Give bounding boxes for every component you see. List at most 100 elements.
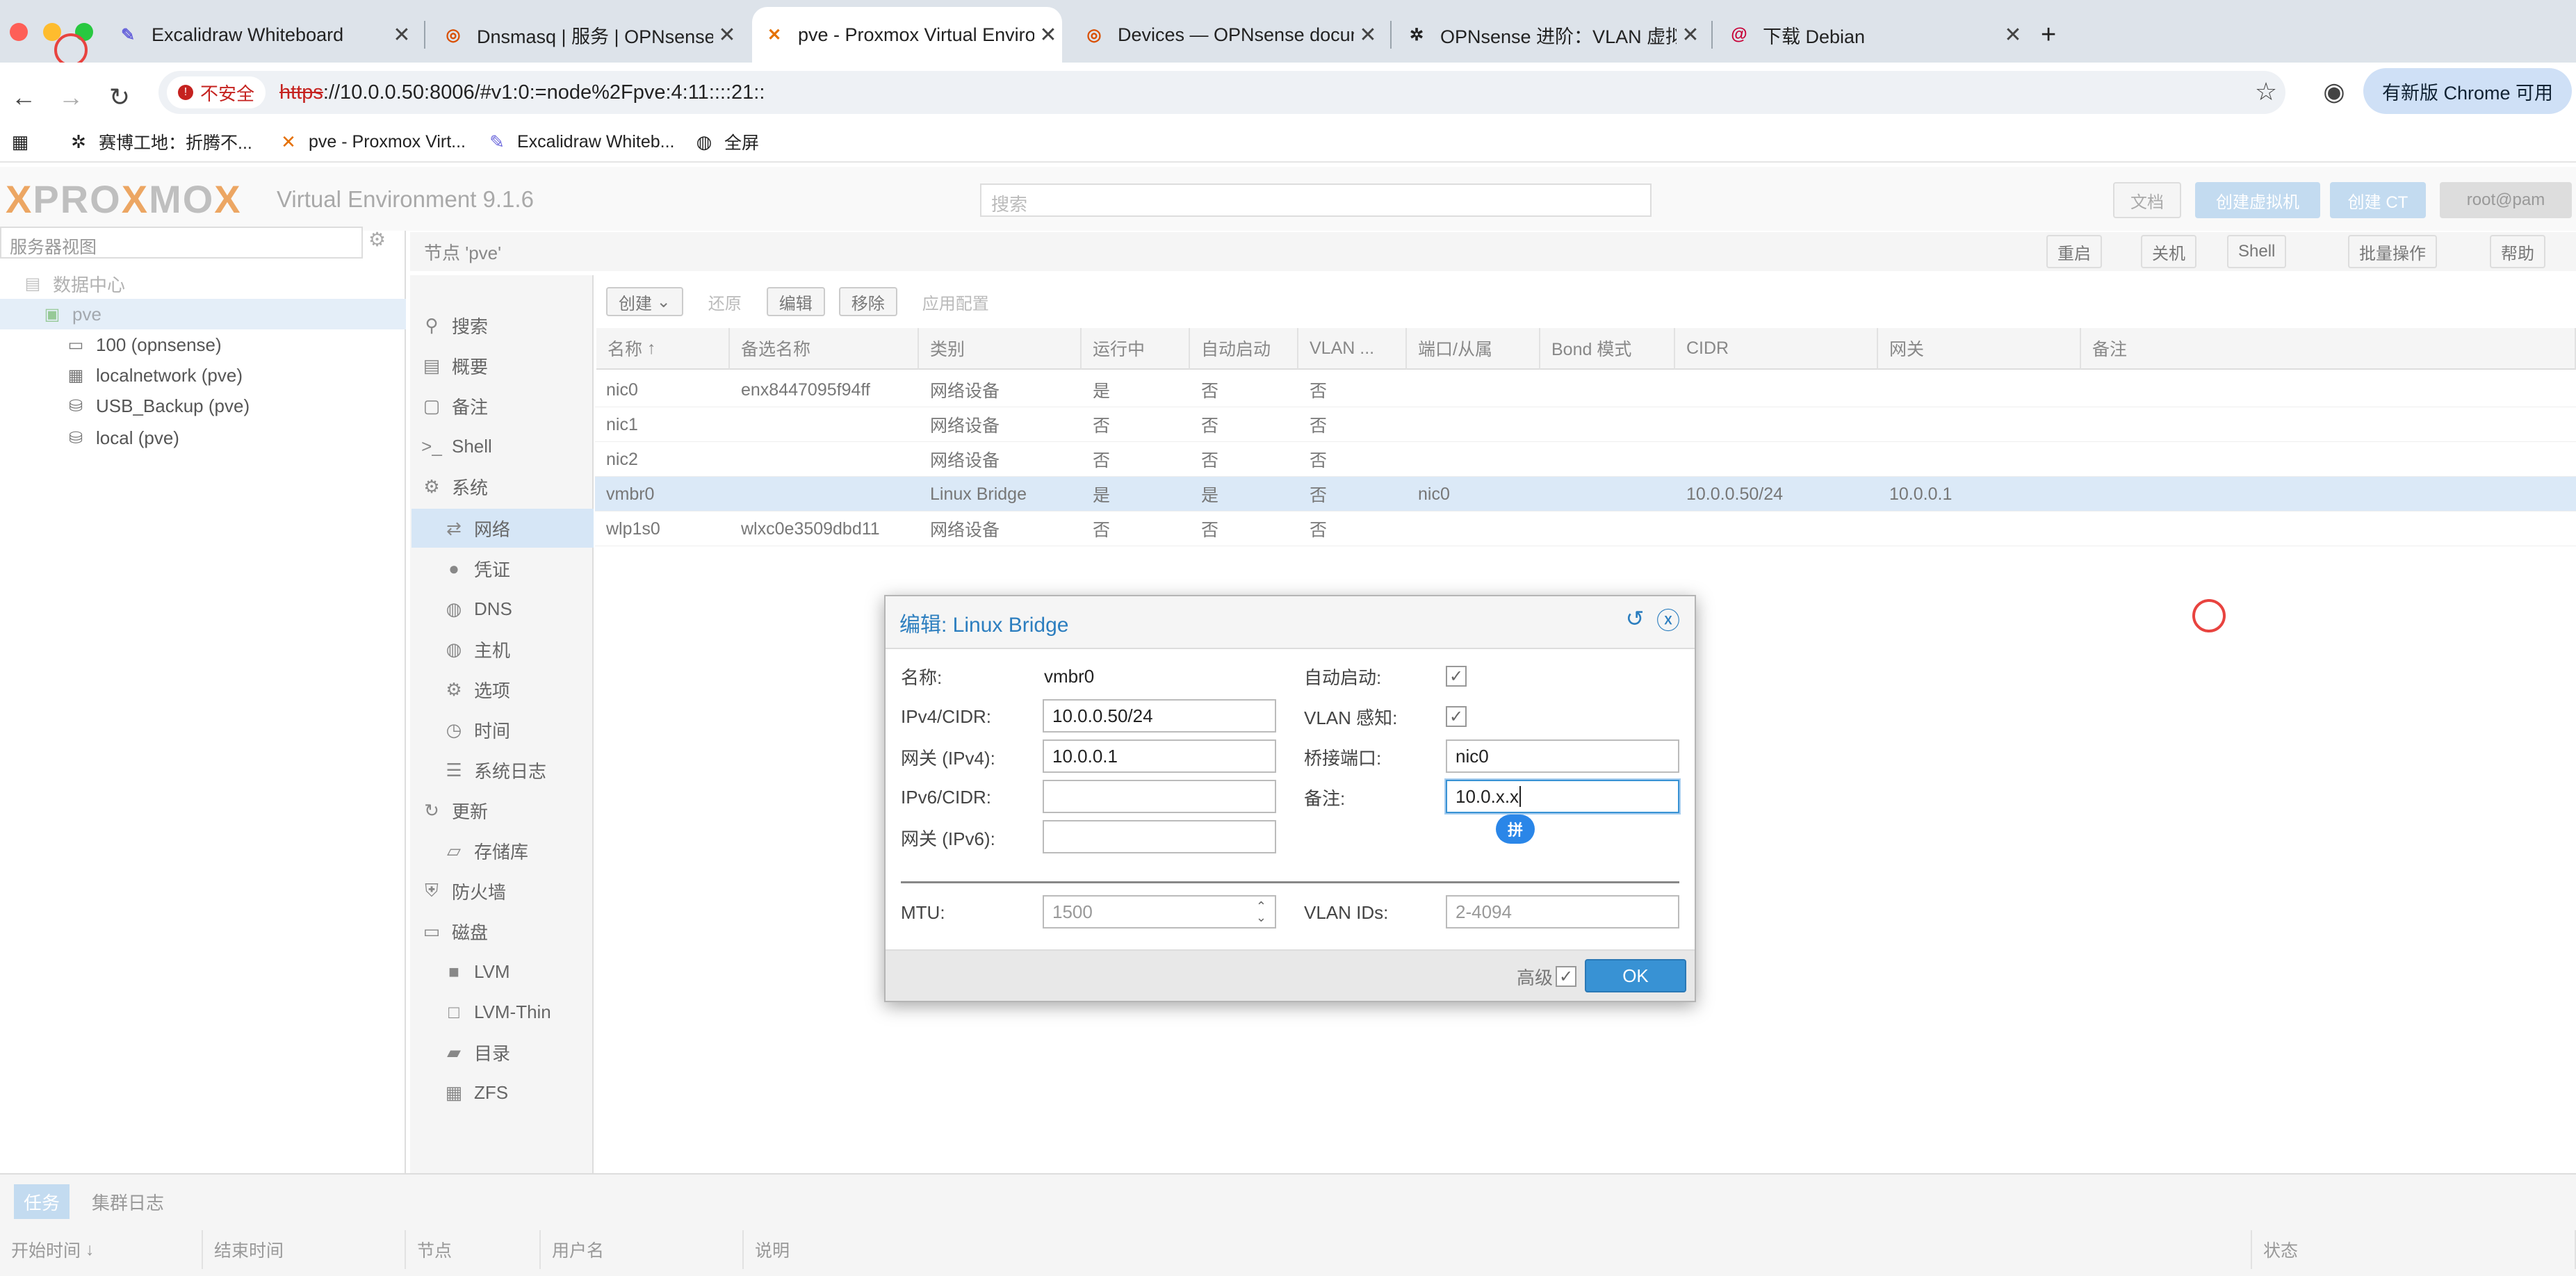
- col-node[interactable]: 节点: [406, 1230, 541, 1269]
- close-tab-icon[interactable]: ✕: [1034, 23, 1062, 47]
- disk-icon: ▭: [423, 920, 441, 942]
- bookmark-item[interactable]: ◍ 全屏: [694, 124, 759, 160]
- chrome-update-button[interactable]: 有新版 Chrome 可用: [2363, 68, 2572, 114]
- bookmark-star-icon[interactable]: ☆: [2245, 71, 2287, 113]
- table-row[interactable]: wlp1s0 wlxc0e3509dbd11 网络设备否否否: [595, 512, 2576, 546]
- col-cidr[interactable]: CIDR: [1675, 328, 1878, 370]
- tree-item-pve[interactable]: ▣ pve: [40, 299, 101, 329]
- profile-icon[interactable]: ◉: [2313, 71, 2355, 113]
- col-comment[interactable]: 备注: [2081, 328, 2576, 370]
- reset-icon[interactable]: ↺: [1622, 606, 1647, 631]
- menu-item-summary[interactable]: ▤ 概要: [420, 346, 603, 385]
- docs-button[interactable]: 文档: [2113, 182, 2181, 218]
- menu-item-firewall[interactable]: ⛨ 防火墙: [420, 872, 603, 910]
- close-tab-icon[interactable]: ✕: [713, 23, 741, 47]
- bookmark-item[interactable]: ✎ Excalidraw Whiteb...: [487, 124, 674, 160]
- gear-icon[interactable]: ⚙: [368, 228, 386, 251]
- browser-tab[interactable]: ✎ Excalidraw Whiteboard ✕: [117, 7, 416, 63]
- tree-item-datacenter[interactable]: ▤ 数据中心: [21, 268, 125, 299]
- create-button[interactable]: 创建 ⌄: [606, 287, 683, 316]
- omnibox[interactable]: ! 不安全 https://10.0.0.50:8006/#v1:0:=node…: [158, 71, 2285, 114]
- back-arrow-icon[interactable]: ←: [3, 76, 44, 118]
- gateway-ipv4-field[interactable]: 10.0.0.1: [1043, 739, 1276, 773]
- tree-item-storage[interactable]: ⛁ USB_Backup (pve): [64, 391, 250, 421]
- url-text[interactable]: https://10.0.0.50:8006/#v1:0:=node%2Fpve…: [279, 81, 765, 104]
- ok-button[interactable]: OK: [1585, 959, 1686, 992]
- browser-tab[interactable]: ✲ OPNsense 进阶：VLAN 虚拟局 ✕: [1405, 7, 1704, 63]
- browser-tab[interactable]: @ 下载 Debian ✕: [1728, 7, 2027, 63]
- close-window-button[interactable]: [10, 23, 28, 41]
- apply-config-button[interactable]: 应用配置: [911, 287, 1000, 316]
- table-row[interactable]: nic0 enx8447095f94ff 网络设备是否否: [595, 373, 2576, 407]
- browser-tab[interactable]: ◎ Dnsmasq | 服务 | OPNsense.ir ✕: [442, 7, 741, 63]
- menu-item-updates[interactable]: ↻ 更新: [420, 791, 603, 830]
- vlan-aware-checkbox[interactable]: ✓: [1446, 706, 1467, 727]
- revert-button[interactable]: 还原: [697, 287, 753, 316]
- col-bond[interactable]: Bond 模式: [1540, 328, 1675, 370]
- col-altname[interactable]: 备选名称: [730, 328, 919, 370]
- bulk-actions-button[interactable]: 批量操作: [2348, 235, 2437, 268]
- col-end-time[interactable]: 结束时间: [203, 1230, 406, 1269]
- col-user[interactable]: 用户名: [541, 1230, 744, 1269]
- reload-icon[interactable]: ↻: [99, 76, 140, 118]
- forward-arrow-icon[interactable]: →: [50, 76, 92, 118]
- autostart-checkbox[interactable]: ✓: [1446, 666, 1467, 687]
- close-tab-icon[interactable]: ✕: [1999, 23, 2027, 47]
- bookmark-item[interactable]: ✲ 赛博工地：折腾不...: [68, 124, 252, 160]
- tab-cluster-log[interactable]: 集群日志: [82, 1184, 174, 1219]
- menu-item-system[interactable]: ⚙ 系统: [420, 467, 603, 506]
- table-row[interactable]: nic1 网络设备否否否: [595, 407, 2576, 442]
- close-tab-icon[interactable]: ✕: [388, 23, 416, 47]
- shell-button[interactable]: Shell: [2227, 235, 2287, 268]
- tab-tasks[interactable]: 任务: [14, 1184, 70, 1219]
- col-type[interactable]: 类别: [919, 328, 1082, 370]
- col-start-time[interactable]: 开始时间 ↓: [0, 1230, 203, 1269]
- browser-tab[interactable]: ◎ Devices — OPNsense docume ✕: [1083, 7, 1382, 63]
- col-name[interactable]: 名称 ↑: [596, 328, 730, 370]
- bookmark-item[interactable]: ✕ pve - Proxmox Virt...: [278, 124, 466, 160]
- col-ports[interactable]: 端口/从属: [1407, 328, 1540, 370]
- gateway-ipv6-field[interactable]: [1043, 820, 1276, 853]
- col-autostart[interactable]: 自动启动: [1190, 328, 1298, 370]
- vlan-ids-field[interactable]: 2-4094: [1446, 895, 1679, 929]
- close-icon[interactable]: ⓧ: [1656, 606, 1681, 635]
- table-row[interactable]: nic2 网络设备否否否: [595, 442, 2576, 477]
- col-description[interactable]: 说明: [744, 1230, 2252, 1269]
- reboot-button[interactable]: 重启: [2046, 235, 2102, 268]
- insecure-badge[interactable]: ! 不安全: [167, 76, 266, 108]
- bridge-ports-field[interactable]: nic0: [1446, 739, 1679, 773]
- advanced-checkbox[interactable]: ✓: [1556, 966, 1576, 987]
- close-tab-icon[interactable]: ✕: [1677, 23, 1704, 47]
- comment-field[interactable]: 10.0.x.x: [1446, 780, 1679, 813]
- create-vm-button[interactable]: 创建虚拟机: [2195, 182, 2320, 218]
- opnsense-icon: ◎: [446, 25, 461, 44]
- close-tab-icon[interactable]: ✕: [1354, 23, 1382, 47]
- edit-button[interactable]: 编辑: [766, 287, 825, 316]
- pve-search-input[interactable]: 搜索: [980, 183, 1652, 217]
- tree-item-storage[interactable]: ⛁ local (pve): [64, 423, 179, 453]
- remove-button[interactable]: 移除: [838, 287, 897, 316]
- tree-item-network[interactable]: ▦ localnetwork (pve): [64, 360, 243, 391]
- col-status[interactable]: 状态: [2252, 1230, 2576, 1269]
- ipv6-cidr-field[interactable]: [1043, 780, 1276, 813]
- apps-grid-icon[interactable]: ▦: [10, 124, 40, 160]
- create-ct-button[interactable]: 创建 CT: [2330, 182, 2426, 218]
- browser-tab-active[interactable]: ✕ pve - Proxmox Virtual Environm ✕: [752, 7, 1062, 63]
- tree-item-vm[interactable]: ▭ 100 (opnsense): [64, 329, 222, 360]
- view-selector[interactable]: 服务器视图: [0, 227, 363, 259]
- mtu-field[interactable]: 1500 ⌃ ⌄: [1043, 895, 1276, 929]
- menu-item-search[interactable]: ⚲ 搜索: [420, 306, 603, 345]
- menu-item-notes[interactable]: ▢ 备注: [420, 386, 603, 425]
- help-button[interactable]: 帮助: [2490, 235, 2545, 268]
- new-tab-button[interactable]: +: [2041, 7, 2076, 63]
- menu-item-disks[interactable]: ▭ 磁盘: [420, 912, 603, 951]
- user-menu-button[interactable]: root@pam: [2440, 182, 2572, 218]
- menu-item-shell[interactable]: >_ Shell: [420, 427, 603, 466]
- col-gateway[interactable]: 网关: [1878, 328, 2081, 370]
- shutdown-button[interactable]: 关机: [2141, 235, 2196, 268]
- col-vlan[interactable]: VLAN ...: [1298, 328, 1407, 370]
- ipv4-cidr-field[interactable]: 10.0.0.50/24: [1043, 699, 1276, 733]
- table-row-selected[interactable]: vmbr0 Linux Bridge 是是否 nic0 10.0.0.50/24 10.0…: [595, 477, 2576, 512]
- col-active[interactable]: 运行中: [1082, 328, 1190, 370]
- spinner-icon[interactable]: ⌃ ⌄: [1256, 900, 1266, 924]
